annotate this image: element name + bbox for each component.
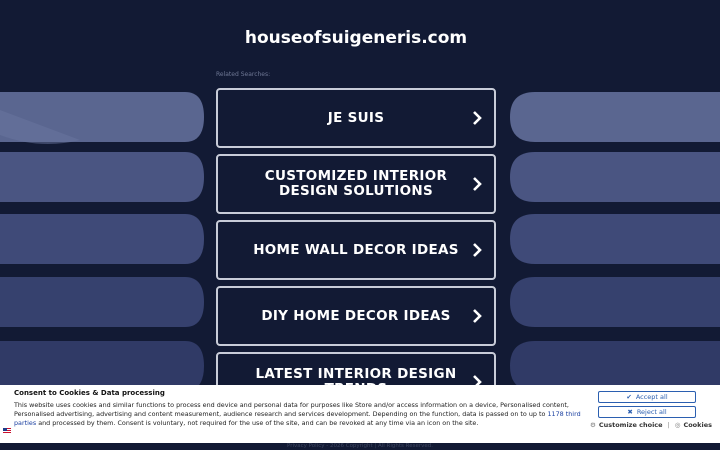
search-tile-customized-interior[interactable]: CUSTOMIZED INTERIOR DESIGN SOLUTIONS — [216, 154, 496, 214]
cookie-consent-banner: Consent to Cookies & Data processing Thi… — [0, 385, 720, 443]
check-icon: ✔ — [626, 393, 632, 401]
cookie-links: ⚙ Customize choice | ◎ Cookies — [590, 421, 712, 429]
chevron-right-icon — [473, 177, 482, 191]
accept-all-button[interactable]: ✔ Accept all — [598, 391, 696, 403]
cookie-text-before: This website uses cookies and similar fu… — [14, 401, 569, 418]
search-tile-label: HOME WALL DECOR IDEAS — [253, 241, 459, 258]
cookie-icon: ◎ — [674, 421, 681, 429]
page-footer: Privacy Policy - 2026 Copyright | All Ri… — [287, 443, 433, 449]
cookies-link[interactable]: Cookies — [683, 421, 712, 429]
search-tile-label: DIY HOME DECOR IDEAS — [261, 307, 451, 324]
customize-choice-link[interactable]: Customize choice — [599, 421, 663, 429]
cookie-description: This website uses cookies and similar fu… — [14, 401, 582, 428]
chevron-right-icon — [473, 111, 482, 125]
chevron-right-icon — [473, 243, 482, 257]
reject-all-button[interactable]: ✖ Reject all — [598, 406, 696, 418]
search-tile-label: CUSTOMIZED INTERIOR DESIGN SOLUTIONS — [264, 168, 448, 199]
chevron-right-icon — [473, 309, 482, 323]
search-tile-je-suis[interactable]: JE SUIS — [216, 88, 496, 148]
gear-icon: ⚙ — [590, 421, 596, 429]
accept-all-label: Accept all — [635, 393, 668, 401]
search-tile-diy-home-decor[interactable]: DIY HOME DECOR IDEAS — [216, 286, 496, 346]
cookie-text-after: and processed by them. Consent is volunt… — [36, 419, 479, 427]
search-tile-label: JE SUIS — [327, 109, 385, 126]
related-searches-list: JE SUIS CUSTOMIZED INTERIOR DESIGN SOLUT… — [216, 88, 496, 418]
link-separator: | — [667, 421, 670, 429]
reject-all-label: Reject all — [636, 408, 667, 416]
close-icon: ✖ — [627, 408, 633, 416]
us-flag-icon[interactable] — [3, 428, 11, 436]
privacy-policy-link[interactable]: Privacy Policy — [287, 443, 324, 449]
site-domain-title: houseofsuigeneris.com — [244, 28, 468, 48]
copyright-text: 2026 Copyright | All Rights Reserved. — [329, 443, 433, 449]
search-tile-home-wall-decor[interactable]: HOME WALL DECOR IDEAS — [216, 220, 496, 280]
related-searches-label: Related Searches: — [216, 71, 271, 78]
